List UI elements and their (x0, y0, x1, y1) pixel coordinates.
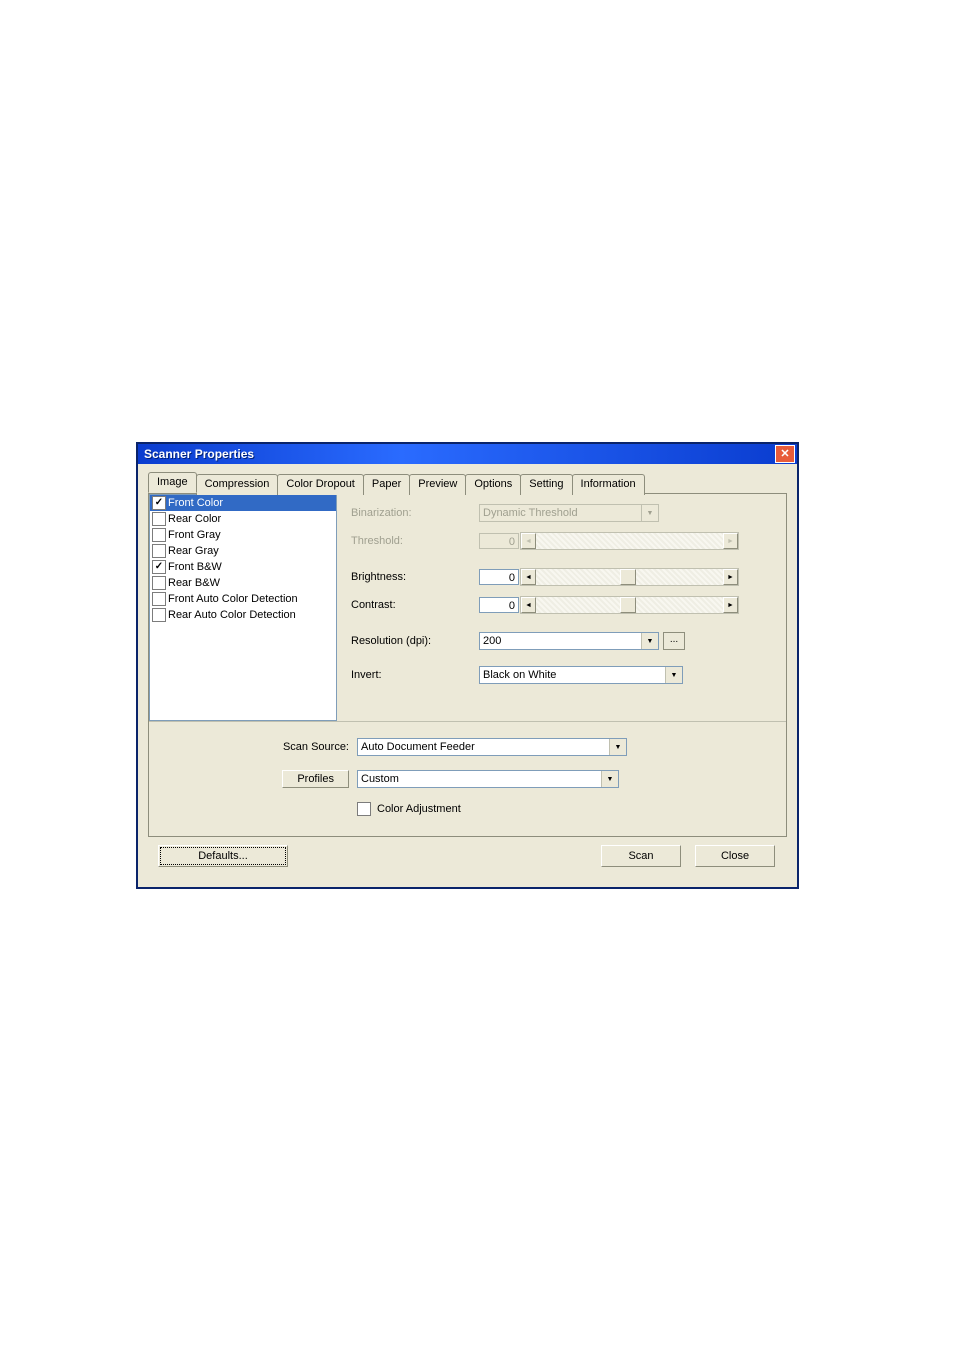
window-content: Image Compression Color Dropout Paper Pr… (138, 464, 797, 887)
tab-information[interactable]: Information (572, 474, 645, 495)
list-item[interactable]: Front Auto Color Detection (150, 591, 336, 607)
close-icon[interactable]: ✕ (775, 445, 795, 463)
resolution-combo[interactable]: 200 (479, 632, 659, 650)
threshold-slider: ◄ ► (520, 532, 739, 550)
checkbox-icon[interactable] (152, 528, 166, 542)
tab-compression[interactable]: Compression (196, 474, 279, 495)
contrast-slider[interactable]: ◄ ► (520, 596, 739, 614)
checkbox-icon[interactable] (152, 496, 166, 510)
scan-button[interactable]: Scan (601, 845, 681, 867)
brightness-slider[interactable]: ◄ ► (520, 568, 739, 586)
chevron-down-icon (641, 505, 658, 521)
list-item[interactable]: Rear Gray (150, 543, 336, 559)
brightness-value: 0 (479, 569, 519, 585)
color-adjustment-label: Color Adjustment (377, 803, 461, 815)
arrow-right-icon: ► (723, 533, 738, 549)
color-adjustment-checkbox[interactable] (357, 802, 371, 816)
contrast-label: Contrast: (351, 599, 479, 611)
tab-options[interactable]: Options (465, 474, 521, 495)
checkbox-icon[interactable] (152, 544, 166, 558)
binarization-label: Binarization: (351, 507, 479, 519)
arrow-left-icon[interactable]: ◄ (521, 569, 536, 585)
checkbox-icon[interactable] (152, 592, 166, 606)
scan-source-combo[interactable]: Auto Document Feeder (357, 738, 627, 756)
brightness-label: Brightness: (351, 571, 479, 583)
tab-image[interactable]: Image (148, 472, 197, 493)
profiles-combo[interactable]: Custom (357, 770, 619, 788)
defaults-button[interactable]: Defaults... (158, 845, 288, 867)
tab-strip: Image Compression Color Dropout Paper Pr… (148, 473, 787, 494)
binarization-combo: Dynamic Threshold (479, 504, 659, 522)
tab-panel: Front Color Rear Color Front Gray Rear G… (148, 493, 787, 837)
scanner-properties-window: Scanner Properties ✕ Image Compression C… (137, 443, 798, 888)
threshold-label: Threshold: (351, 535, 479, 547)
checkbox-icon[interactable] (152, 560, 166, 574)
arrow-left-icon[interactable]: ◄ (521, 597, 536, 613)
scan-source-label: Scan Source: (159, 741, 357, 753)
chevron-down-icon[interactable] (665, 667, 682, 683)
footer: Defaults... Scan Close (148, 837, 787, 877)
invert-combo[interactable]: Black on White (479, 666, 683, 684)
image-selection-list[interactable]: Front Color Rear Color Front Gray Rear G… (149, 494, 337, 721)
chevron-down-icon[interactable] (609, 739, 626, 755)
close-button[interactable]: Close (695, 845, 775, 867)
threshold-value: 0 (479, 533, 519, 549)
titlebar[interactable]: Scanner Properties ✕ (138, 444, 797, 464)
window-title: Scanner Properties (144, 447, 254, 461)
tab-color-dropout[interactable]: Color Dropout (277, 474, 363, 495)
list-item[interactable]: Front Gray (150, 527, 336, 543)
checkbox-icon[interactable] (152, 608, 166, 622)
checkbox-icon[interactable] (152, 512, 166, 526)
tab-preview[interactable]: Preview (409, 474, 466, 495)
list-item[interactable]: Front Color (150, 495, 336, 511)
list-item[interactable]: Rear B&W (150, 575, 336, 591)
tab-setting[interactable]: Setting (520, 474, 572, 495)
list-item[interactable]: Rear Color (150, 511, 336, 527)
checkbox-icon[interactable] (152, 576, 166, 590)
resolution-label: Resolution (dpi): (351, 635, 479, 647)
invert-label: Invert: (351, 669, 479, 681)
profiles-button[interactable]: Profiles (282, 770, 349, 788)
list-item[interactable]: Rear Auto Color Detection (150, 607, 336, 623)
top-section: Front Color Rear Color Front Gray Rear G… (149, 494, 786, 722)
resolution-more-button[interactable]: ... (663, 632, 685, 650)
bottom-section: Scan Source: Auto Document Feeder Profil… (149, 722, 786, 836)
list-item[interactable]: Front B&W (150, 559, 336, 575)
settings-form: Binarization: Dynamic Threshold Threshol… (337, 494, 786, 721)
chevron-down-icon[interactable] (641, 633, 658, 649)
arrow-left-icon: ◄ (521, 533, 536, 549)
arrow-right-icon[interactable]: ► (723, 597, 738, 613)
chevron-down-icon[interactable] (601, 771, 618, 787)
tab-paper[interactable]: Paper (363, 474, 410, 495)
contrast-value: 0 (479, 597, 519, 613)
arrow-right-icon[interactable]: ► (723, 569, 738, 585)
